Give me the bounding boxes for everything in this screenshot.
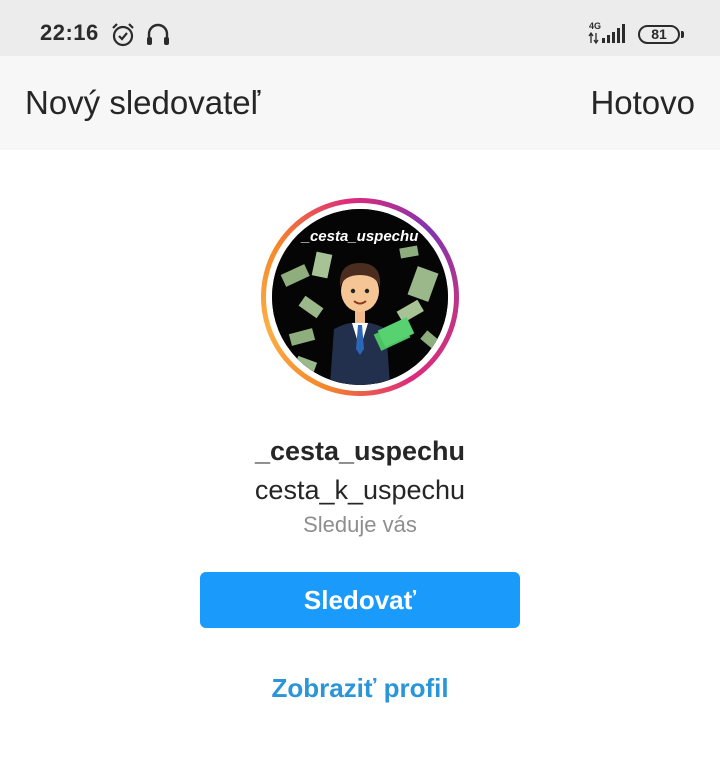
avatar-image: _cesta_uspechu bbox=[272, 209, 448, 385]
headset-icon bbox=[147, 23, 169, 45]
signal-icon: 4G bbox=[588, 21, 625, 45]
battery-indicator: 81 bbox=[638, 25, 684, 44]
page-title: Nový sledovateľ bbox=[25, 84, 261, 121]
view-profile-link[interactable]: Zobraziť profil bbox=[0, 673, 720, 704]
network-label: 4G bbox=[589, 21, 601, 31]
status-bar: 22:16 4G 81 bbox=[0, 0, 720, 56]
alarm-icon bbox=[112, 23, 134, 47]
story-ring[interactable]: _cesta_uspechu bbox=[261, 198, 459, 396]
done-button[interactable]: Hotovo bbox=[590, 84, 695, 122]
username: _cesta_uspechu bbox=[254, 436, 466, 466]
status-time: 22:16 bbox=[40, 20, 99, 45]
header: Nový sledovateľ Hotovo bbox=[0, 56, 720, 150]
avatar-caption: _cesta_uspechu bbox=[301, 228, 419, 245]
avatar[interactable]: _cesta_uspechu bbox=[272, 209, 448, 385]
follows-you-label: Sleduje vás bbox=[303, 512, 417, 537]
full-name: cesta_k_uspechu bbox=[254, 475, 466, 505]
follow-button[interactable]: Sledovať bbox=[200, 572, 520, 628]
